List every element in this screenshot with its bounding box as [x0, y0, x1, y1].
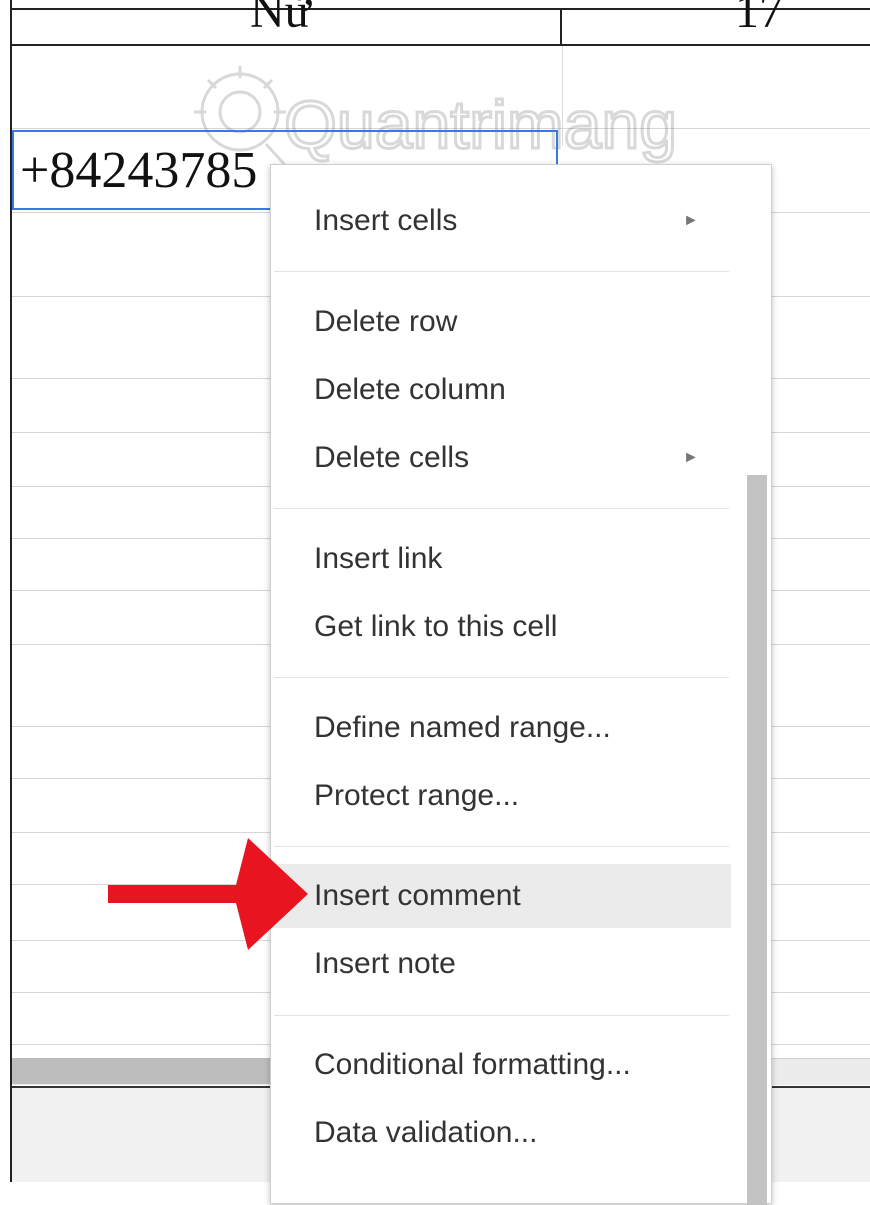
column-divider [562, 46, 563, 146]
menu-separator [274, 1015, 729, 1016]
menu-item-data-validation[interactable]: Data validation... [271, 1101, 731, 1165]
red-arrow-icon [108, 838, 308, 950]
menu-item-delete-row[interactable]: Delete row [271, 290, 731, 354]
menu-item-insert-cells[interactable]: Insert cells ► [271, 189, 731, 253]
menu-separator [274, 508, 729, 509]
menu-item-label: Insert comment [314, 879, 521, 912]
menu-item-label: Data validation... [314, 1116, 538, 1149]
header-column-divider [560, 8, 562, 46]
horizontal-scrollbar-thumb[interactable] [12, 1058, 282, 1084]
menu-item-insert-comment[interactable]: Insert comment [271, 864, 731, 928]
menu-item-insert-note[interactable]: Insert note [271, 932, 731, 996]
submenu-arrow-icon: ► [683, 449, 699, 466]
menu-item-label: Insert note [314, 947, 456, 980]
menu-item-label: Insert link [314, 542, 443, 575]
menu-item-insert-link[interactable]: Insert link [271, 527, 731, 591]
menu-separator [274, 677, 729, 678]
menu-vertical-scrollbar[interactable] [747, 475, 767, 1205]
menu-item-label: Define named range... [314, 711, 611, 744]
menu-separator [274, 271, 729, 272]
menu-item-define-named-range[interactable]: Define named range... [271, 696, 731, 760]
menu-item-protect-range[interactable]: Protect range... [271, 764, 731, 828]
context-menu: Insert cells ► Delete row Delete column … [270, 164, 772, 1205]
header-bottom-border [10, 44, 870, 46]
menu-item-label: Delete cells [314, 441, 470, 474]
menu-separator [274, 846, 729, 847]
menu-item-get-link-to-cell[interactable]: Get link to this cell [271, 595, 731, 659]
menu-item-label: Protect range... [314, 779, 520, 812]
menu-item-label: Insert cells [314, 204, 458, 237]
selected-cell-value: +84243785 [20, 142, 258, 199]
menu-item-label: Conditional formatting... [314, 1048, 631, 1081]
menu-item-conditional-formatting[interactable]: Conditional formatting... [271, 1033, 731, 1097]
menu-item-label: Delete row [314, 305, 458, 338]
menu-item-delete-column[interactable]: Delete column [271, 358, 731, 422]
menu-item-delete-cells[interactable]: Delete cells ► [271, 426, 731, 490]
submenu-arrow-icon: ► [683, 212, 699, 229]
menu-item-label: Get link to this cell [314, 610, 558, 643]
menu-item-label: Delete column [314, 373, 506, 406]
header-cell-gender[interactable]: Nữ [250, 0, 311, 36]
grid-row-line [12, 128, 870, 129]
header-cell-age[interactable]: 17 [735, 0, 783, 36]
